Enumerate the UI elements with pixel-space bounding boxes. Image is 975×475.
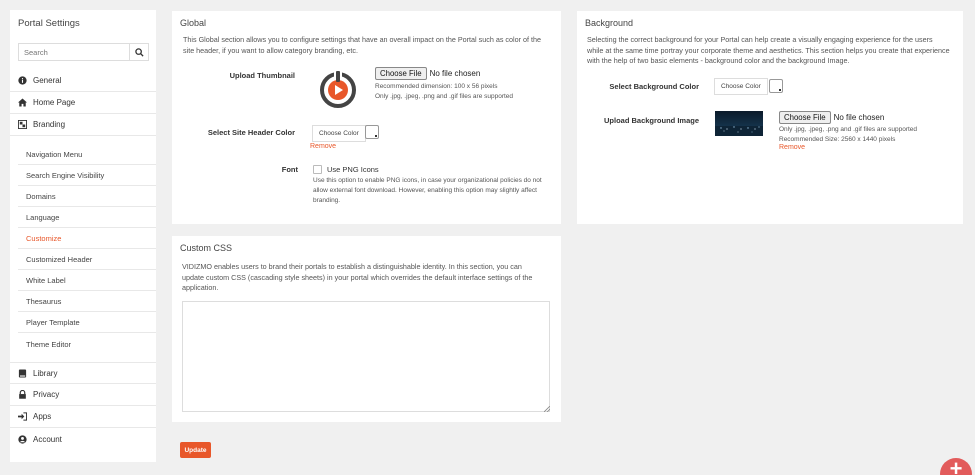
bg-image-label: Upload Background Image (603, 116, 699, 125)
custom-css-panel: Custom CSS VIDIZMO enables users to bran… (172, 236, 561, 422)
sidebar-item-label: Privacy (33, 390, 60, 399)
background-desc-line: while at the same time portray your corp… (587, 45, 950, 55)
search-button[interactable] (129, 44, 148, 60)
global-title: Global (180, 18, 207, 28)
bg-choose-color-button[interactable]: Choose Color (714, 78, 768, 95)
home-icon (18, 98, 27, 107)
lock-icon (18, 390, 27, 399)
bg-image-file-picker: Choose File No file chosen Only .jpg, .jp… (779, 111, 917, 145)
bg-color-swatch[interactable] (769, 79, 783, 93)
sidebar: Portal Settings General Home Page Brandi… (10, 10, 156, 462)
header-color-remove-link[interactable]: Remove (310, 143, 336, 150)
thumbnail-file-status: No file chosen (429, 69, 481, 78)
sidebar-sub-customized-header[interactable]: Customized Header (18, 250, 156, 270)
header-color-label: Select Site Header Color (207, 128, 295, 137)
background-description: Selecting the correct background for you… (587, 35, 959, 67)
sidebar-sub-search-engine-visibility[interactable]: Search Engine Visibility (18, 166, 156, 186)
global-desc-line: site header, if you want to allow catego… (183, 45, 358, 55)
bg-image-preview (715, 111, 763, 136)
add-fab-button[interactable]: + (940, 458, 972, 475)
sidebar-sub-customize[interactable]: Customize (18, 229, 156, 249)
sidebar-sub-domains[interactable]: Domains (18, 187, 156, 207)
font-hint-line: Use this option to enable PNG icons, in … (313, 177, 542, 184)
sidebar-sub-navigation-menu[interactable]: Navigation Menu (18, 145, 156, 165)
sidebar-item-label: Apps (33, 412, 52, 421)
custom-css-desc-line: application. (182, 283, 219, 292)
header-color-swatch[interactable] (365, 125, 379, 139)
sidebar-item-account[interactable]: Account (10, 428, 156, 450)
background-desc-line: Selecting the correct background for you… (587, 35, 933, 44)
sidebar-sub-white-label[interactable]: White Label (18, 271, 156, 291)
vidizmo-logo-icon (320, 70, 356, 108)
search-input[interactable] (19, 44, 129, 60)
bg-image-hint: Only .jpg, .jpeg, .png and .gif files ar… (779, 126, 918, 133)
upload-thumbnail-label: Upload Thumbnail (229, 71, 295, 80)
sidebar-item-label: General (33, 76, 62, 85)
sidebar-sub-thesaurus[interactable]: Thesaurus (18, 292, 156, 312)
global-panel: Global This Global section allows you to… (172, 11, 561, 224)
sidebar-search (18, 43, 149, 61)
custom-css-textarea[interactable] (182, 301, 550, 412)
plus-icon: + (949, 456, 963, 475)
book-icon (18, 368, 27, 378)
city-night-image-icon (715, 126, 763, 136)
custom-css-title: Custom CSS (180, 243, 233, 253)
sidebar-item-library[interactable]: Library (10, 362, 156, 384)
sidebar-title: Portal Settings (18, 18, 80, 29)
sidebar-sub-theme-editor[interactable]: Theme Editor (18, 334, 156, 354)
bg-file-status: No file chosen (833, 113, 885, 122)
bg-color-label: Select Background Color (609, 82, 699, 91)
sidebar-item-label: Home Page (33, 98, 76, 107)
sidebar-sub-player-template[interactable]: Player Template (18, 313, 156, 333)
global-desc-line: This Global section allows you to config… (183, 35, 541, 44)
font-hint-line: allow external font download. However, e… (313, 187, 537, 194)
font-hint: Use this option to enable PNG icons, in … (313, 176, 553, 206)
thumbnail-choose-file-button[interactable]: Choose File (375, 67, 427, 80)
sidebar-sub-language[interactable]: Language (18, 208, 156, 228)
font-label: Font (281, 165, 298, 174)
sidebar-item-privacy[interactable]: Privacy (10, 384, 156, 406)
thumbnail-preview (317, 68, 359, 110)
custom-css-description: VIDIZMO enables users to brand their por… (182, 262, 554, 294)
user-circle-icon (18, 434, 27, 444)
font-hint-line: branding. (313, 197, 341, 204)
sign-in-icon (18, 412, 27, 421)
background-panel: Background Selecting the correct backgro… (577, 11, 963, 224)
use-png-icons-label: Use PNG Icons (327, 165, 379, 174)
background-title: Background (585, 18, 634, 28)
thumbnail-file-picker: Choose File No file chosen Recommended di… (375, 67, 513, 102)
custom-css-desc-line: VIDIZMO enables users to brand their por… (182, 262, 522, 271)
global-description: This Global section allows you to config… (183, 35, 555, 56)
info-icon (18, 76, 27, 85)
header-choose-color-button[interactable]: Choose Color (312, 125, 366, 142)
bg-choose-file-button[interactable]: Choose File (779, 111, 831, 124)
sidebar-item-branding[interactable]: Branding (10, 114, 156, 136)
custom-css-desc-line: update custom CSS (cascading style sheet… (182, 272, 533, 282)
bg-image-remove-link[interactable]: Remove (779, 144, 805, 151)
resize-handle-icon[interactable] (544, 406, 550, 412)
thumbnail-hint: Recommended dimension: 100 x 56 pixels (375, 83, 498, 90)
sidebar-item-label: Library (33, 368, 58, 378)
sidebar-item-general[interactable]: General (10, 70, 156, 92)
sidebar-item-apps[interactable]: Apps (10, 406, 156, 428)
thumbnail-hint: Only .jpg, .jpeg, .png and .gif files ar… (375, 93, 514, 100)
update-button[interactable]: Update (180, 442, 211, 458)
sidebar-item-label: Branding (33, 120, 66, 129)
background-desc-line: with the help of two basic elements - ba… (587, 56, 850, 65)
search-icon (134, 47, 144, 57)
sidebar-item-label: Account (33, 434, 62, 444)
sidebar-item-home-page[interactable]: Home Page (10, 92, 156, 114)
use-png-icons-checkbox[interactable] (313, 165, 322, 174)
branding-icon (18, 120, 27, 129)
